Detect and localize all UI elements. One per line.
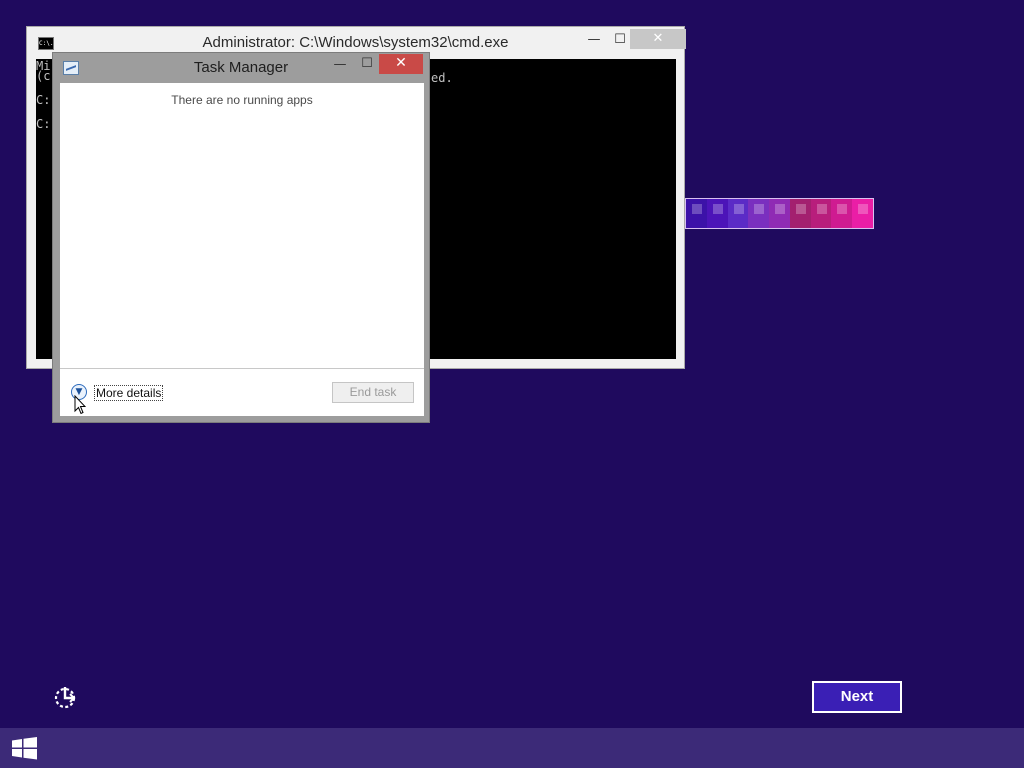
task-manager-titlebar[interactable]: Task Manager — ☐ ✕ [53, 53, 429, 83]
strip-segment [831, 199, 853, 228]
task-manager-footer: ▼ More details End task [60, 368, 424, 416]
cmd-minimize-button[interactable]: — [581, 31, 607, 51]
strip-segment [810, 199, 832, 228]
end-task-button[interactable]: End task [332, 382, 414, 403]
strip-segment [789, 199, 811, 228]
windows-logo-icon[interactable] [0, 728, 50, 768]
accessibility-icon[interactable] [53, 684, 79, 710]
task-manager-close-button[interactable]: ✕ [379, 54, 423, 74]
strip-segment [727, 199, 749, 228]
strip-segment [852, 199, 874, 228]
no-apps-message: There are no running apps [171, 93, 313, 107]
cmd-close-button[interactable]: ✕ [630, 29, 686, 49]
console-line: (c [36, 69, 51, 83]
task-manager-window[interactable]: Task Manager — ☐ ✕ There are no running … [52, 52, 430, 423]
mouse-pointer-icon [74, 395, 86, 415]
console-line: C: [36, 93, 51, 107]
console-line: ed. [431, 71, 453, 85]
strip-segment [686, 199, 707, 228]
more-details-link[interactable]: More details [94, 385, 164, 401]
app-list-panel: There are no running apps [60, 83, 424, 368]
console-line: C: [36, 117, 51, 131]
taskbar [0, 728, 1024, 768]
strip-segment [769, 199, 790, 228]
task-manager-minimize-button[interactable]: — [327, 56, 353, 76]
strip-segment [706, 199, 728, 228]
strip-segment [748, 199, 770, 228]
next-button[interactable]: Next [812, 681, 902, 713]
setup-color-strip [685, 198, 874, 229]
task-manager-maximize-button[interactable]: ☐ [354, 55, 380, 75]
